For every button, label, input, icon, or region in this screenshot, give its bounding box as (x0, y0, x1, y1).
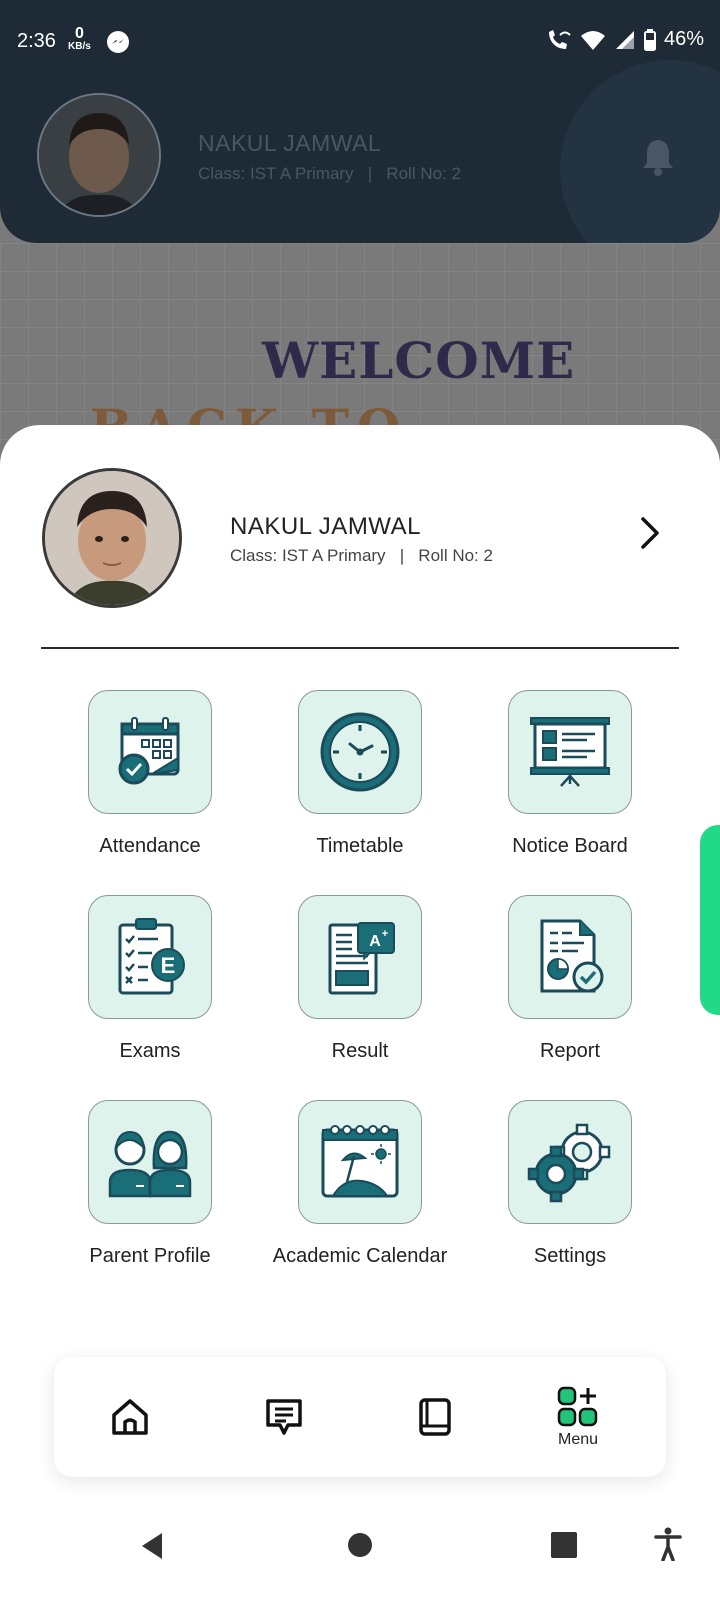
signal-icon (615, 30, 634, 49)
profile-student-name: NAKUL JAMWAL (230, 513, 421, 540)
tile-icon-box (88, 1100, 212, 1224)
network-speed-value: 0 (74, 25, 84, 42)
menu-tile-academic-calendar[interactable]: Academic Calendar (265, 1100, 455, 1270)
svg-text:+: + (382, 928, 388, 940)
menu-tile-report[interactable]: Report (475, 895, 665, 1065)
notice-board-icon (530, 717, 610, 787)
bottom-navigation: Menu (54, 1357, 666, 1477)
svg-text:E: E (161, 953, 176, 978)
tile-label: Report (539, 1040, 601, 1062)
banner-title: WELCOME (262, 331, 576, 390)
accessibility-icon[interactable] (654, 1527, 682, 1561)
status-icons: 46% (546, 28, 704, 51)
battery-icon (643, 28, 656, 51)
header-student-name: NAKUL JAMWAL (198, 130, 382, 156)
back-icon[interactable] (138, 1531, 166, 1561)
tile-label: Settings (533, 1245, 607, 1267)
home-circle-icon[interactable] (347, 1532, 373, 1558)
report-icon (540, 919, 604, 993)
menu-grid-icon (557, 1386, 598, 1427)
system-navigation-bar (0, 1515, 720, 1600)
tile-icon-box (508, 1100, 632, 1224)
wifi-icon (580, 30, 605, 50)
menu-tile-result[interactable]: A + Result (265, 895, 455, 1065)
network-speed-unit: KB/s (68, 41, 91, 52)
tile-icon-box (298, 690, 422, 814)
tile-icon-box (88, 690, 212, 814)
nav-menu-label: Menu (557, 1431, 599, 1448)
tile-label: Academic Calendar (272, 1245, 448, 1267)
home-icon (112, 1399, 148, 1435)
student-photo (39, 95, 159, 215)
tile-icon-box: E (88, 895, 212, 1019)
menu-tile-parent-profile[interactable]: Parent Profile (55, 1100, 245, 1270)
tile-label: Parent Profile (89, 1245, 211, 1267)
nav-menu[interactable]: Menu (538, 1357, 618, 1477)
side-drawer-handle[interactable] (700, 825, 720, 1015)
profile-divider (41, 647, 679, 649)
nav-books[interactable] (404, 1357, 464, 1477)
tile-label: Result (331, 1040, 389, 1062)
tile-icon-box: A + (298, 895, 422, 1019)
menu-tile-notice-board[interactable]: Notice Board (475, 690, 665, 860)
welcome-banner: WELCOME BACK TO SCHOOL (0, 243, 720, 516)
tile-label: Timetable (316, 835, 404, 857)
gears-icon (527, 1123, 611, 1203)
menu-tile-attendance[interactable]: Attendance (55, 690, 245, 860)
clock-icon (320, 712, 400, 792)
menu-tile-settings[interactable]: Settings (475, 1100, 665, 1270)
book-icon (419, 1398, 451, 1436)
nav-home[interactable] (100, 1357, 160, 1477)
profile-avatar[interactable] (42, 468, 182, 608)
header-class-info: Class: IST A Primary | Roll No: 2 (198, 164, 461, 183)
parents-icon (108, 1130, 192, 1198)
tile-label: Attendance (99, 835, 201, 857)
menu-sheet: NAKUL JAMWAL Class: IST A Primary | Roll… (0, 425, 720, 1600)
header-avatar[interactable] (37, 93, 161, 217)
chat-icon (266, 1399, 302, 1435)
messenger-icon (107, 31, 129, 53)
tile-icon-box (508, 895, 632, 1019)
tile-label: Notice Board (512, 835, 628, 857)
status-bar: 2:36 0 KB/s 46% (0, 0, 720, 80)
notification-bell-icon[interactable] (640, 136, 676, 176)
menu-tile-exams[interactable]: E Exams (55, 895, 245, 1065)
result-document-icon: A + (328, 922, 395, 995)
tile-icon-box (298, 1100, 422, 1224)
academic-calendar-icon (321, 1125, 399, 1198)
svg-text:A: A (369, 933, 381, 950)
tile-icon-box (508, 690, 632, 814)
profile-class-info: Class: IST A Primary | Roll No: 2 (230, 546, 493, 565)
tile-label: Exams (119, 1040, 181, 1062)
status-time: 2:36 (17, 30, 56, 52)
wifi-call-icon (548, 29, 571, 49)
recents-icon[interactable] (551, 1532, 577, 1558)
nav-messages[interactable] (254, 1357, 314, 1477)
chevron-right-icon[interactable] (635, 515, 665, 551)
exam-checklist-icon: E (118, 918, 185, 995)
attendance-calendar-icon (118, 717, 180, 785)
battery-percent: 46% (663, 28, 704, 50)
network-speed: 0 KB/s (68, 26, 91, 52)
profile-photo (45, 471, 179, 605)
menu-tile-timetable[interactable]: Timetable (265, 690, 455, 860)
